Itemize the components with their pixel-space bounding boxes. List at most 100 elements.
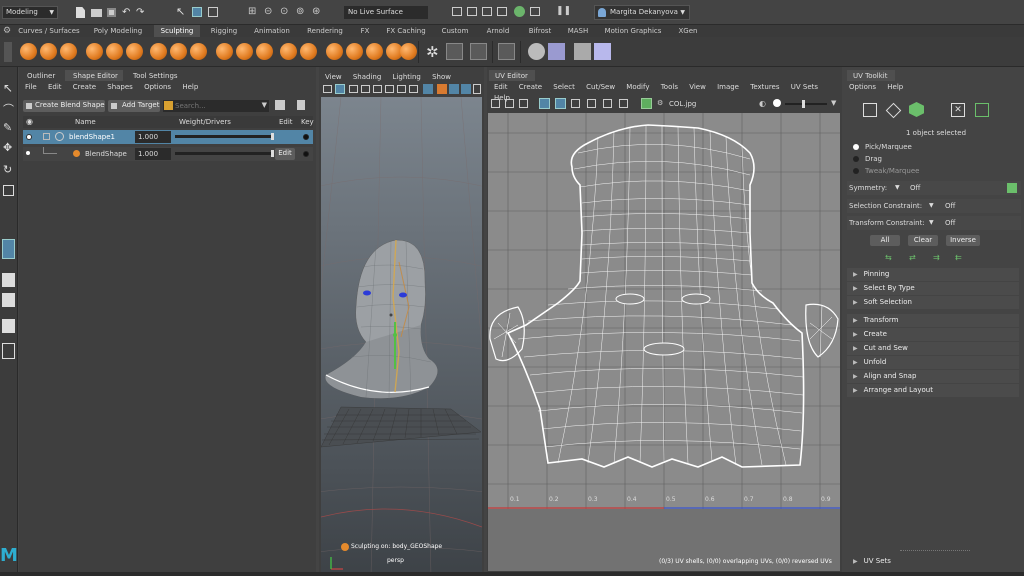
menu-options[interactable]: Options bbox=[849, 83, 876, 91]
transform-constraint-value[interactable]: Off bbox=[945, 218, 955, 228]
smooth-shade-icon[interactable] bbox=[361, 85, 370, 93]
pause-icon[interactable]: ❚❚ bbox=[556, 6, 571, 16]
menu-options[interactable]: Options bbox=[144, 83, 171, 91]
open-scene-icon[interactable] bbox=[91, 9, 102, 17]
add-target-button[interactable]: Add Target bbox=[108, 100, 160, 112]
select-by-component-icon[interactable] bbox=[208, 7, 218, 17]
tab-poly-modeling[interactable]: Poly Modeling bbox=[86, 25, 150, 37]
menu-show[interactable]: Show bbox=[432, 73, 451, 81]
layout-two-icon[interactable] bbox=[2, 319, 15, 333]
smooth-tool-icon[interactable] bbox=[40, 43, 57, 60]
weight-value-field[interactable]: 1.000 bbox=[135, 131, 171, 143]
texture-dropdown-icon[interactable]: ⚙ bbox=[657, 99, 663, 107]
tab-custom[interactable]: Custom bbox=[436, 25, 474, 37]
relax-tool-icon[interactable] bbox=[60, 43, 77, 60]
key-button[interactable] bbox=[303, 151, 309, 157]
menu-lighting[interactable]: Lighting bbox=[393, 73, 421, 81]
antialias-icon[interactable] bbox=[461, 84, 471, 94]
repeat-tool-icon[interactable] bbox=[190, 43, 207, 60]
shelf-options-icon[interactable] bbox=[4, 42, 12, 62]
menu-help[interactable]: Help bbox=[887, 83, 903, 91]
table-row[interactable]: BlendShape 1.000 Edit bbox=[23, 147, 313, 161]
texture-icon[interactable] bbox=[574, 43, 591, 60]
filter-icon[interactable] bbox=[297, 100, 305, 110]
selection-constraint-value[interactable]: Off bbox=[945, 201, 955, 211]
layout-single-icon[interactable] bbox=[2, 239, 15, 259]
menu-create[interactable]: Create bbox=[519, 83, 542, 91]
fill-tool-icon[interactable] bbox=[280, 43, 297, 60]
menu-view[interactable]: View bbox=[325, 73, 342, 81]
selection-constraint-dropdown-arrow[interactable]: ▼ bbox=[929, 201, 934, 211]
snap-view-icon[interactable]: ⊚ bbox=[296, 6, 304, 17]
uv-mode-icon[interactable] bbox=[975, 103, 989, 117]
wireframe-icon[interactable] bbox=[349, 85, 358, 93]
exposure-icon[interactable]: ◐ bbox=[759, 99, 766, 108]
render-settings-icon[interactable] bbox=[497, 7, 507, 16]
uv-checker-icon[interactable] bbox=[587, 99, 596, 108]
section-pinning[interactable]: ▶ Pinning bbox=[847, 268, 1019, 281]
section-cut-and-sew[interactable]: ▶ Cut and Sew bbox=[847, 342, 1019, 355]
amplify-tool-icon[interactable] bbox=[366, 43, 383, 60]
search-input[interactable] bbox=[175, 100, 255, 112]
uv-editor-tab[interactable]: UV Editor bbox=[489, 70, 535, 81]
weight-value-field[interactable]: 1.000 bbox=[135, 148, 171, 160]
live-surface-field[interactable]: No Live Surface bbox=[344, 6, 428, 19]
symmetry-dropdown-arrow[interactable]: ▼ bbox=[895, 183, 900, 193]
save-scene-icon[interactable] bbox=[107, 8, 116, 17]
rotate-tool-icon[interactable]: ↻ bbox=[3, 163, 12, 176]
mask-tool-icon[interactable] bbox=[400, 43, 417, 60]
grid-icon[interactable] bbox=[335, 84, 345, 94]
menu-view[interactable]: View bbox=[689, 83, 706, 91]
bulge-tool-icon[interactable] bbox=[346, 43, 363, 60]
exposure-slider[interactable] bbox=[785, 100, 827, 108]
select-by-object-icon[interactable] bbox=[192, 7, 202, 17]
foamy-tool-icon[interactable] bbox=[150, 43, 167, 60]
menu-tools[interactable]: Tools bbox=[661, 83, 678, 91]
xray-icon[interactable] bbox=[423, 84, 433, 94]
grow-selection-icon[interactable]: ⇄ bbox=[909, 253, 916, 262]
sculpt-tool-icon[interactable] bbox=[20, 43, 37, 60]
pinch-tool-icon[interactable] bbox=[106, 43, 123, 60]
layout-four-icon[interactable] bbox=[2, 273, 15, 287]
uv-border-icon[interactable] bbox=[571, 99, 580, 108]
menu-help[interactable]: Help bbox=[182, 83, 198, 91]
exposure-slider-handle[interactable] bbox=[802, 100, 805, 108]
copy-icon[interactable] bbox=[446, 43, 463, 60]
tab-outliner[interactable]: Outliner bbox=[27, 71, 55, 81]
tab-sculpting[interactable]: Sculpting bbox=[154, 25, 200, 37]
clear-selection-button[interactable]: Clear bbox=[908, 235, 938, 246]
weight-slider-handle[interactable] bbox=[271, 133, 274, 140]
more-options-icon[interactable]: ▼ bbox=[831, 99, 836, 107]
menu-image[interactable]: Image bbox=[717, 83, 739, 91]
arnold-render-icon[interactable] bbox=[530, 7, 540, 16]
uv-snapshot-icon[interactable] bbox=[519, 99, 528, 108]
section-create[interactable]: ▶ Create bbox=[847, 328, 1019, 341]
texture-name[interactable]: COL.jpg bbox=[669, 99, 696, 109]
lasso-tool-icon[interactable]: ⌒ bbox=[3, 101, 14, 117]
motion-blur-icon[interactable] bbox=[449, 84, 459, 94]
tab-animation[interactable]: Animation bbox=[248, 25, 296, 37]
render-icon[interactable] bbox=[467, 7, 477, 16]
search-field[interactable]: ▼ bbox=[163, 100, 269, 112]
sphere-icon[interactable] bbox=[528, 43, 545, 60]
face-mode-icon[interactable] bbox=[909, 102, 924, 117]
imprint-tool-icon[interactable] bbox=[216, 43, 233, 60]
expand-icon[interactable] bbox=[43, 133, 50, 140]
image-display-icon[interactable] bbox=[641, 98, 652, 109]
paint-icon[interactable] bbox=[548, 43, 565, 60]
menu-cut-sew[interactable]: Cut/Sew bbox=[586, 83, 615, 91]
blendshape-icon[interactable] bbox=[470, 43, 487, 60]
table-row[interactable]: blendShape1 1.000 bbox=[23, 130, 313, 144]
knife-tool-icon[interactable] bbox=[300, 43, 317, 60]
search-options-icon[interactable]: ▼ bbox=[262, 101, 267, 109]
new-scene-icon[interactable] bbox=[76, 7, 85, 18]
camera-icon[interactable] bbox=[323, 85, 332, 93]
transform-constraint-dropdown-arrow[interactable]: ▼ bbox=[929, 218, 934, 228]
wax-tool-icon[interactable] bbox=[236, 43, 253, 60]
section-select-by-type[interactable]: ▶ Select By Type bbox=[847, 282, 1019, 295]
menu-edit[interactable]: Edit bbox=[48, 83, 62, 91]
tab-arnold[interactable]: Arnold bbox=[480, 25, 516, 37]
target-icon[interactable] bbox=[498, 43, 515, 60]
smear-tool-icon[interactable] bbox=[326, 43, 343, 60]
tab-rigging[interactable]: Rigging bbox=[204, 25, 244, 37]
